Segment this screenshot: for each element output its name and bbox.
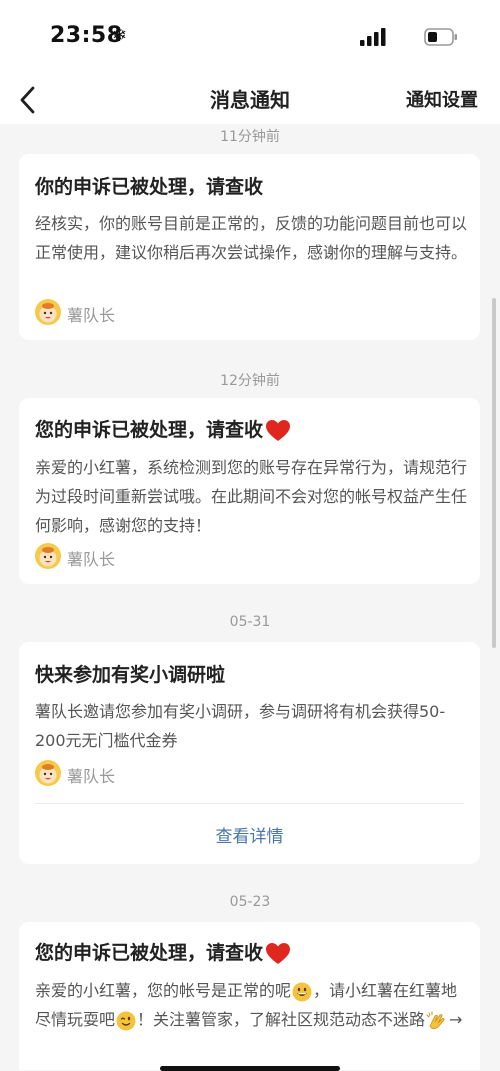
winking-face-icon xyxy=(116,1011,136,1030)
message-card[interactable]: 您的申诉已被处理，请查收 亲爱的小红薯，您的帐号是正常的呢 ，请小红薯在红薯地尽… xyxy=(19,922,480,1070)
heart-icon xyxy=(266,942,291,964)
view-details-link[interactable]: 查看详情 xyxy=(19,822,480,847)
message-card[interactable]: 您的申诉已被处理，请查收 亲爱的小红薯，系统检测到您的账号存在异常行为，请规范行… xyxy=(19,398,480,584)
message-title: 快来参加有奖小调研啦 xyxy=(35,664,226,686)
message-body-part: 亲爱的小红薯，您的帐号是正常的呢 xyxy=(35,981,292,1000)
snowflake-icon: ❄ xyxy=(112,25,128,46)
heart-icon xyxy=(266,419,291,441)
message-time: 12分钟前 xyxy=(220,373,280,389)
notification-settings-button[interactable]: 通知设置 xyxy=(406,86,478,112)
scrollbar[interactable] xyxy=(492,298,496,648)
message-title-text: 您的申诉已被处理，请查收 xyxy=(35,419,264,441)
message-time: 05-31 xyxy=(229,614,271,630)
message-time: 05-23 xyxy=(229,894,271,910)
message-body: 亲爱的小红薯，系统检测到您的账号存在异常行为，请规范行为过段时间重新尝试哦。在此… xyxy=(35,458,468,535)
message-list[interactable]: 11分钟前 你的申诉已被处理，请查收 经核实，你的账号目前是正常的，反馈的功能问… xyxy=(0,124,500,1070)
message-title-text: 您的申诉已被处理，请查收 xyxy=(35,942,264,964)
message-time: 11分钟前 xyxy=(220,129,280,145)
message-body: 薯队长邀请您参加有奖小调研，参与调研将有机会获得50-200元无门槛代金券 xyxy=(35,702,446,750)
message-title: 您的申诉已被处理，请查收 xyxy=(35,938,291,966)
home-indicator xyxy=(160,1066,340,1071)
signal-icon xyxy=(360,28,386,46)
author-name: 薯队长 xyxy=(67,306,116,325)
author-name: 薯队长 xyxy=(67,550,116,569)
avatar xyxy=(35,299,61,325)
message-card[interactable]: 你的申诉已被处理，请查收 经核实，你的账号目前是正常的，反馈的功能问题目前也可以… xyxy=(19,154,480,340)
battery-icon xyxy=(424,28,457,46)
message-title: 你的申诉已被处理，请查收 xyxy=(35,176,264,198)
message-card[interactable]: 快来参加有奖小调研啦 薯队长邀请您参加有奖小调研，参与调研将有机会获得50-20… xyxy=(19,642,480,864)
status-bar: 23:58 ❄ xyxy=(0,0,500,76)
message-body: 经核实，你的账号目前是正常的，反馈的功能问题目前也可以正常使用，建议你稍后再次尝… xyxy=(35,214,468,262)
message-body: 亲爱的小红薯，您的帐号是正常的呢 ，请小红薯在红薯地尽情玩耍吧 ！关注薯管家，了… xyxy=(35,976,467,1034)
message-body-part: → xyxy=(449,1010,463,1029)
divider xyxy=(35,803,464,804)
avatar xyxy=(35,543,61,569)
author-name: 薯队长 xyxy=(67,767,116,786)
message-body-part: ！关注薯管家，了解社区规范动态不迷路 xyxy=(137,1010,426,1029)
avatar xyxy=(35,760,61,786)
message-title: 您的申诉已被处理，请查收 xyxy=(35,415,291,443)
clapping-hands-icon xyxy=(426,1011,445,1029)
grinning-face-icon xyxy=(292,982,312,1001)
nav-bar: 消息通知 通知设置 xyxy=(0,76,500,124)
